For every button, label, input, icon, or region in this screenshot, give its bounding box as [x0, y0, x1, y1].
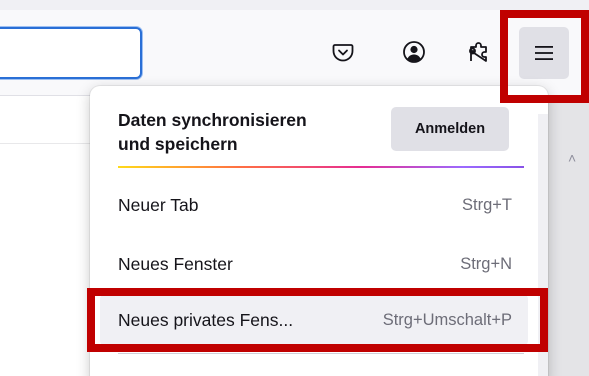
sync-heading-line1: Daten synchronisieren — [118, 110, 307, 130]
account-button[interactable] — [395, 33, 433, 71]
address-bar[interactable] — [0, 27, 142, 79]
browser-window: ˄ Daten synchronisieren und speichern An… — [0, 0, 589, 376]
menu-separator — [118, 353, 524, 354]
extensions-button[interactable] — [460, 33, 498, 71]
annotation-highlight-private-window — [87, 288, 548, 352]
sign-in-button[interactable]: Anmelden — [391, 107, 509, 151]
menu-item-new-window[interactable]: Neues Fenster Strg+N — [100, 239, 528, 289]
page-scrollbar[interactable] — [546, 97, 589, 376]
menu-item-shortcut: Strg+N — [460, 254, 512, 273]
menu-item-label: Neues Fenster — [118, 253, 233, 274]
tab-strip — [0, 0, 589, 10]
puzzle-icon — [467, 40, 491, 64]
menu-item-label: Neuer Tab — [118, 194, 199, 215]
pocket-button[interactable] — [324, 33, 362, 71]
account-icon — [402, 40, 426, 64]
sync-heading-line2: und speichern — [118, 134, 238, 154]
chevron-up-icon: ˄ — [568, 150, 577, 166]
content-divider — [0, 143, 90, 144]
sync-separator — [118, 166, 524, 168]
pocket-icon — [332, 41, 354, 63]
sync-heading: Daten synchronisieren und speichern — [118, 108, 358, 156]
menu-item-shortcut: Strg+T — [462, 195, 512, 214]
annotation-highlight-menu-button — [500, 10, 589, 103]
menu-item-new-tab[interactable]: Neuer Tab Strg+T — [100, 180, 528, 230]
